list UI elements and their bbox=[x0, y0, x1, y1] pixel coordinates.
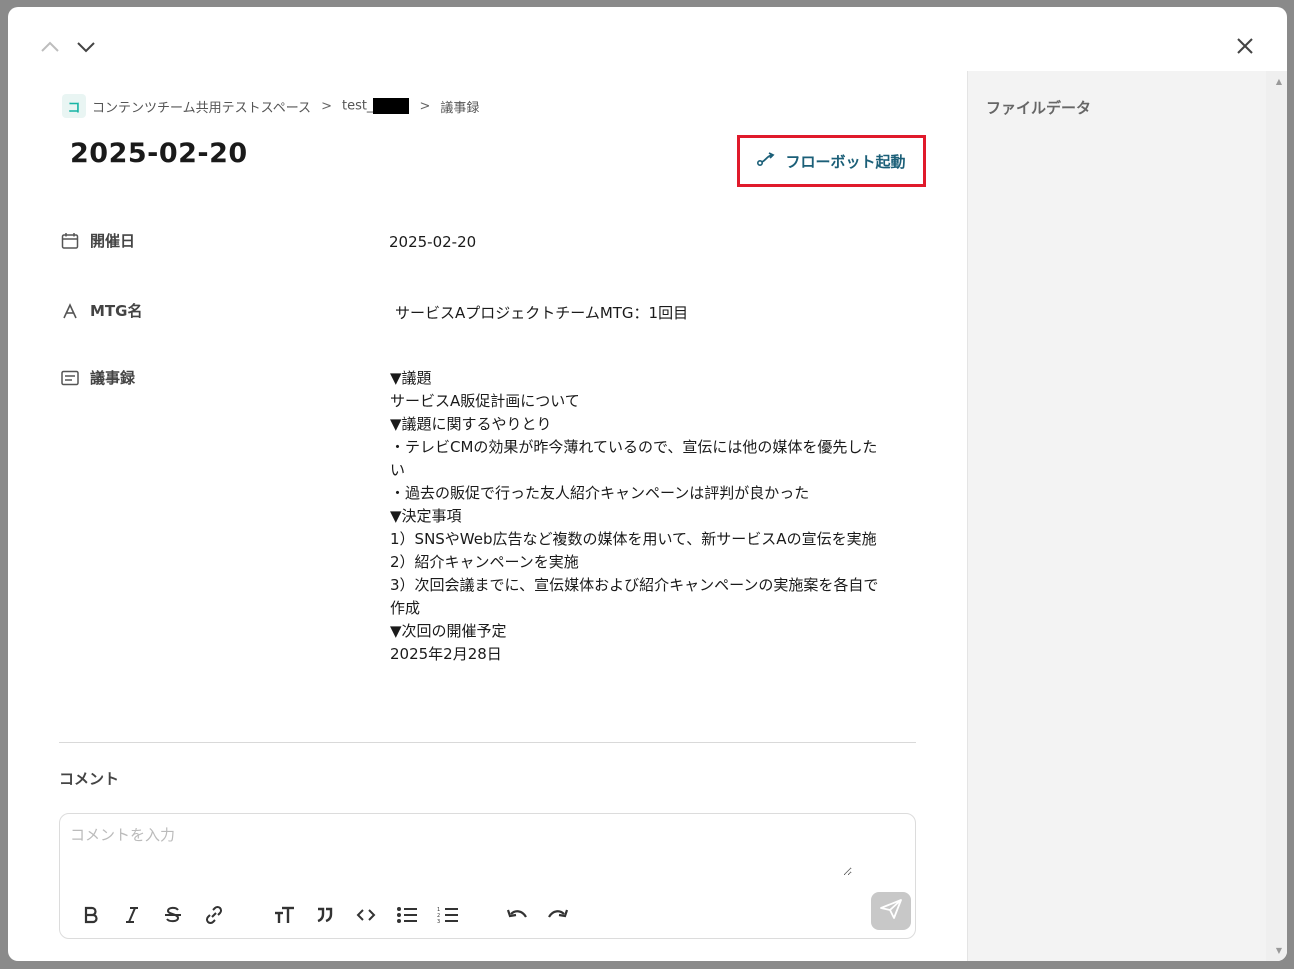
italic-icon[interactable] bbox=[119, 902, 145, 928]
scroll-up-icon[interactable]: ▲ bbox=[1276, 77, 1282, 86]
calendar-icon bbox=[60, 231, 80, 251]
minutes-line: ・過去の販促で行った友人紹介キャンペーンは評判が良かった bbox=[390, 484, 810, 502]
field-date-name: 開催日 bbox=[90, 232, 136, 250]
send-icon bbox=[879, 898, 903, 924]
text-a-icon bbox=[60, 301, 80, 321]
breadcrumb-separator: > bbox=[321, 98, 332, 114]
field-mtg-name: MTG名 bbox=[90, 302, 143, 320]
space-badge: コ bbox=[62, 94, 86, 118]
breadcrumb-separator: > bbox=[419, 98, 431, 114]
file-data-panel: ファイルデータ ▲ ▼ bbox=[967, 71, 1287, 961]
flow-icon bbox=[757, 151, 777, 171]
minutes-line: 作成 bbox=[390, 599, 421, 617]
numbered-list-icon[interactable]: 123 bbox=[435, 902, 461, 928]
chevron-down-icon[interactable] bbox=[74, 37, 98, 57]
minutes-line: い bbox=[390, 461, 406, 479]
minutes-line: 1）SNSやWeb広告など複数の媒体を用いて、新サービスAの宣伝を実施 bbox=[390, 530, 877, 548]
flowbot-launch-button[interactable]: フローボット起動 bbox=[737, 135, 926, 187]
record-title: 2025-02-20 bbox=[70, 138, 248, 169]
field-date-value[interactable]: 2025-02-20 bbox=[389, 233, 476, 251]
comment-editor: 123 bbox=[59, 813, 916, 939]
text-box-icon bbox=[60, 368, 80, 388]
link-icon[interactable] bbox=[201, 902, 227, 928]
minutes-line: ▼議題に関するやりとり bbox=[390, 415, 552, 433]
minutes-line: ▼議題 bbox=[390, 369, 432, 387]
undo-icon[interactable] bbox=[504, 902, 530, 928]
text-size-icon[interactable] bbox=[271, 902, 297, 928]
quote-icon[interactable] bbox=[312, 902, 338, 928]
chevron-up-icon[interactable] bbox=[38, 37, 62, 57]
breadcrumb: コ コンテンツチーム共用テストスペース > test_ > 議事録 bbox=[62, 94, 479, 118]
code-icon[interactable] bbox=[353, 902, 379, 928]
flowbot-launch-label: フローボット起動 bbox=[785, 152, 906, 171]
svg-text:3: 3 bbox=[437, 919, 440, 924]
bold-icon[interactable] bbox=[78, 902, 104, 928]
comment-input[interactable] bbox=[68, 822, 852, 876]
field-minutes-value[interactable]: ▼議題 サービスA販促計画について ▼議題に関するやりとり ・テレビCMの効果が… bbox=[390, 367, 890, 666]
field-minutes-name: 議事録 bbox=[90, 369, 136, 387]
close-icon[interactable] bbox=[1234, 35, 1256, 57]
breadcrumb-folder-label: test_ bbox=[341, 98, 374, 114]
field-date-label: 開催日 bbox=[60, 230, 135, 251]
record-modal: コ コンテンツチーム共用テストスペース > test_ > 議事録 2025-0… bbox=[8, 7, 1287, 961]
bullet-list-icon[interactable] bbox=[394, 902, 420, 928]
minutes-line: 3）次回会議までに、宣伝媒体および紹介キャンペーンの実施案を各自で bbox=[390, 576, 879, 594]
field-mtg-label: MTG名 bbox=[60, 300, 142, 321]
redo-icon[interactable] bbox=[545, 902, 571, 928]
section-divider bbox=[59, 742, 916, 743]
minutes-line: ▼次回の開催予定 bbox=[390, 622, 507, 640]
minutes-line: サービスA販促計画について bbox=[390, 392, 580, 410]
send-comment-button[interactable] bbox=[871, 892, 911, 930]
breadcrumb-current[interactable]: 議事録 bbox=[440, 97, 479, 116]
scroll-down-icon[interactable]: ▼ bbox=[1276, 946, 1282, 955]
minutes-line: 2025年2月28日 bbox=[390, 645, 502, 663]
record-navigation bbox=[38, 37, 98, 57]
strikethrough-icon[interactable] bbox=[160, 902, 186, 928]
minutes-line: ・テレビCMの効果が昨今薄れているので、宣伝には他の媒体を優先した bbox=[390, 438, 878, 456]
field-mtg-value[interactable]: サービスAプロジェクトチームMTG：1回目 bbox=[395, 302, 688, 323]
minutes-line: 2）紹介キャンペーンを実施 bbox=[390, 553, 579, 571]
breadcrumb-space[interactable]: コンテンツチーム共用テストスペース bbox=[92, 97, 311, 116]
minutes-line: ▼決定事項 bbox=[390, 507, 462, 525]
panel-scrollbar[interactable]: ▲ ▼ bbox=[1266, 71, 1287, 961]
file-data-title: ファイルデータ bbox=[986, 99, 1092, 117]
breadcrumb-folder[interactable]: test_ bbox=[341, 98, 410, 114]
redaction-block bbox=[373, 98, 410, 114]
comment-heading: コメント bbox=[59, 770, 120, 788]
field-minutes-label: 議事録 bbox=[60, 367, 135, 388]
